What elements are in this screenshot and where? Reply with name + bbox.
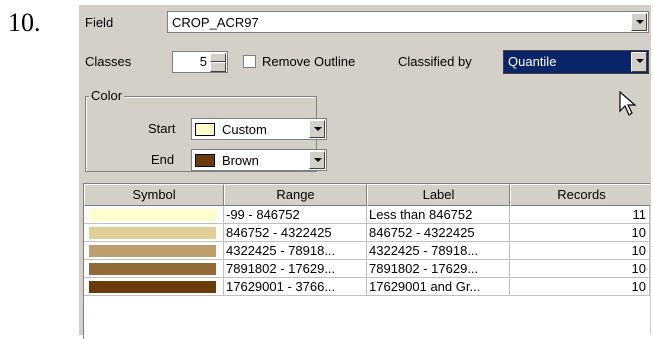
color-group-title: Color [89,88,125,103]
range-cell[interactable]: -99 - 846752 [224,206,367,224]
remove-outline-label: Remove Outline [262,54,356,69]
column-header-symbol[interactable]: Symbol [84,184,224,206]
symbol-swatch [89,227,216,239]
column-header-range[interactable]: Range [224,184,367,206]
records-cell: 10 [510,278,650,296]
column-header-records[interactable]: Records [510,184,650,206]
start-color-swatch [195,123,215,136]
symbol-swatch [89,263,216,275]
classified-by-value: Quantile [508,54,557,69]
chevron-down-icon[interactable] [309,151,325,169]
symbol-cell[interactable] [84,206,224,224]
spin-down-icon[interactable] [210,62,226,72]
classified-by-dropdown[interactable]: Quantile [503,50,649,74]
label-cell[interactable]: Less than 846752 [367,206,510,224]
symbol-cell[interactable] [84,242,224,260]
classes-label: Classes [85,54,132,69]
start-color-value: Custom [222,122,267,137]
symbol-swatch [89,281,216,293]
symbol-swatch [89,209,216,221]
symbol-cell[interactable] [84,260,224,278]
symbol-cell[interactable] [84,278,224,296]
table-row[interactable]: 7891802 - 17629... 7891802 - 17629... 10 [84,260,650,278]
label-cell[interactable]: 17629001 and Gr... [367,278,510,296]
step-number: 10. [8,8,41,37]
chevron-down-icon[interactable] [631,13,647,31]
table-row[interactable]: 4322425 - 78918... 4322425 - 78918... 10 [84,242,650,260]
symbol-cell[interactable] [84,224,224,242]
symbology-panel: Field CROP_ACR97 Classes 5 Remove Outlin… [79,5,651,339]
range-cell[interactable]: 846752 - 4322425 [224,224,367,242]
classes-value: 5 [199,54,207,69]
end-color-dropdown[interactable]: Brown [191,149,327,171]
records-cell: 10 [510,224,650,242]
table-row[interactable]: 17629001 - 3766... 17629001 and Gr... 10 [84,278,650,296]
label-cell[interactable]: 7891802 - 17629... [367,260,510,278]
classified-by-label: Classified by [398,54,472,69]
remove-outline-checkbox[interactable] [243,55,256,68]
start-color-label: Start [148,121,176,136]
range-cell[interactable]: 7891802 - 17629... [224,260,367,278]
start-color-dropdown[interactable]: Custom [191,118,327,140]
spin-up-icon[interactable] [210,53,226,62]
range-cell[interactable]: 4322425 - 78918... [224,242,367,260]
records-cell: 10 [510,242,650,260]
end-color-label: End [151,152,175,167]
field-dropdown-value: CROP_ACR97 [172,15,259,30]
mouse-pointer-icon [619,91,637,116]
records-cell: 11 [510,206,650,224]
table-row[interactable]: 846752 - 4322425 846752 - 4322425 10 [84,224,650,242]
chevron-down-icon[interactable] [309,120,325,138]
field-label: Field [85,15,114,30]
chevron-down-icon[interactable] [631,52,647,72]
column-header-label[interactable]: Label [367,184,510,206]
range-cell[interactable]: 17629001 - 3766... [224,278,367,296]
end-color-swatch [195,154,215,167]
table-row[interactable]: -99 - 846752 Less than 846752 11 [84,206,650,224]
records-cell: 10 [510,260,650,278]
label-cell[interactable]: 846752 - 4322425 [367,224,510,242]
classes-spinner[interactable]: 5 [172,51,228,73]
end-color-value: Brown [222,153,259,168]
symbol-swatch [89,245,216,257]
label-cell[interactable]: 4322425 - 78918... [367,242,510,260]
field-dropdown[interactable]: CROP_ACR97 [167,11,649,33]
classes-table: Symbol Range Label Records -99 - 846752 … [83,183,650,339]
